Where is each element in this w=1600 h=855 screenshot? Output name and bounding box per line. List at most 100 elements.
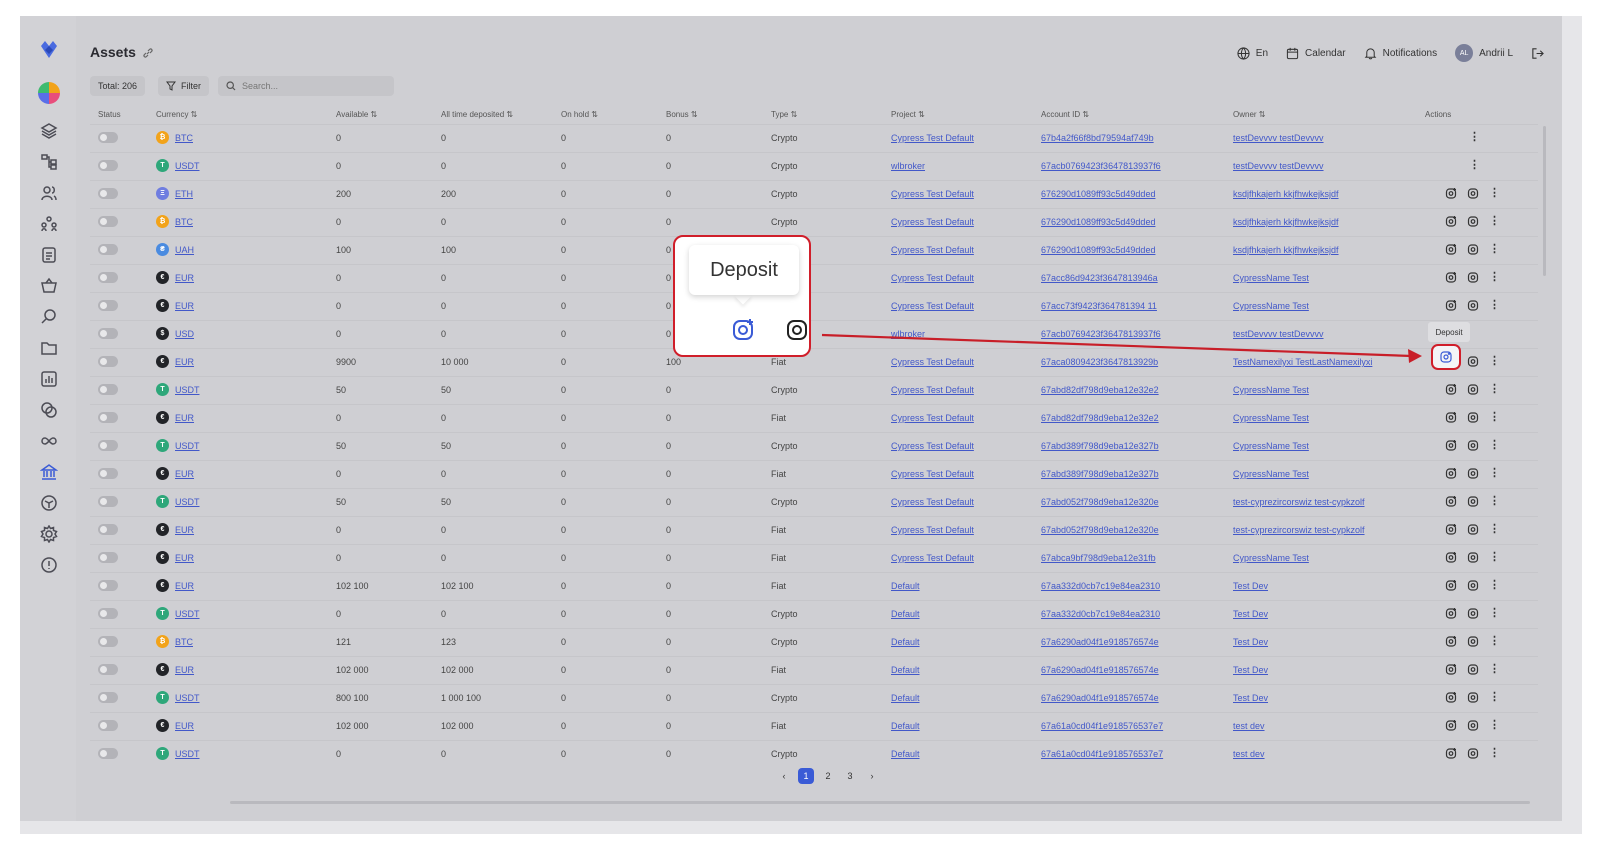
status-toggle[interactable]: [98, 496, 118, 507]
project-cell[interactable]: Default: [891, 637, 920, 647]
page-2-button[interactable]: 2: [820, 768, 836, 784]
more-actions-icon[interactable]: ⋮: [1489, 522, 1500, 536]
project-cell[interactable]: Cypress Test Default: [891, 217, 974, 227]
owner-cell[interactable]: CypressName Test: [1233, 273, 1309, 283]
status-toggle[interactable]: [98, 244, 118, 255]
currency-link[interactable]: USDT: [175, 749, 200, 759]
account-id-cell[interactable]: 67aca0809423f3647813929b: [1041, 357, 1158, 367]
withdraw-icon[interactable]: [785, 317, 809, 343]
currency-link[interactable]: ETH: [175, 189, 193, 199]
currency-link[interactable]: EUR: [175, 357, 194, 367]
owner-cell[interactable]: CypressName Test: [1233, 553, 1309, 563]
withdraw-icon[interactable]: [1467, 747, 1480, 760]
owner-cell[interactable]: Test Dev: [1233, 609, 1268, 619]
more-actions-icon[interactable]: ⋮: [1489, 186, 1500, 200]
logo-icon[interactable]: [38, 38, 60, 60]
currency-link[interactable]: UAH: [175, 245, 194, 255]
owner-cell[interactable]: CypressName Test: [1233, 441, 1309, 451]
currency-link[interactable]: USDT: [175, 441, 200, 451]
more-actions-icon[interactable]: ⋮: [1489, 494, 1500, 508]
owner-cell[interactable]: Test Dev: [1233, 637, 1268, 647]
currency-link[interactable]: EUR: [175, 525, 194, 535]
status-toggle[interactable]: [98, 664, 118, 675]
more-actions-icon[interactable]: ⋮: [1469, 130, 1480, 144]
language-switcher[interactable]: En: [1237, 46, 1268, 60]
more-actions-icon[interactable]: ⋮: [1489, 634, 1500, 648]
owner-cell[interactable]: test dev: [1233, 749, 1265, 759]
account-id-cell[interactable]: 67a61a0cd04f1e918576537e7: [1041, 721, 1163, 731]
column-header-currency[interactable]: Currency ⇅: [156, 110, 197, 119]
currency-link[interactable]: USDT: [175, 385, 200, 395]
withdraw-icon[interactable]: [1467, 691, 1480, 704]
withdraw-icon[interactable]: [1467, 663, 1480, 676]
withdraw-icon[interactable]: [1467, 243, 1480, 256]
project-cell[interactable]: Cypress Test Default: [891, 553, 974, 563]
project-cell[interactable]: Cypress Test Default: [891, 133, 974, 143]
owner-cell[interactable]: test-cyprezircorswiz test-cypkzolf: [1233, 525, 1365, 535]
status-toggle[interactable]: [98, 132, 118, 143]
currency-link[interactable]: BTC: [175, 133, 193, 143]
project-cell[interactable]: Default: [891, 609, 920, 619]
account-id-cell[interactable]: 67a6290ad04f1e918576574e: [1041, 693, 1159, 703]
currency-link[interactable]: EUR: [175, 469, 194, 479]
currency-link[interactable]: EUR: [175, 721, 194, 731]
project-cell[interactable]: Default: [891, 693, 920, 703]
dashboard-pie-icon[interactable]: [38, 82, 60, 104]
account-id-cell[interactable]: 67a61a0cd04f1e918576537e7: [1041, 749, 1163, 759]
deposit-icon[interactable]: [1445, 495, 1458, 508]
account-id-cell[interactable]: 67abd82df798d9eba12e32e2: [1041, 385, 1159, 395]
withdraw-icon[interactable]: [1467, 355, 1480, 368]
deposit-icon[interactable]: [731, 317, 757, 343]
deposit-icon[interactable]: [1445, 523, 1458, 536]
account-id-cell[interactable]: 67acc86d9423f3647813946a: [1041, 273, 1158, 283]
withdraw-icon[interactable]: [1467, 635, 1480, 648]
project-cell[interactable]: Cypress Test Default: [891, 525, 974, 535]
project-cell[interactable]: Cypress Test Default: [891, 469, 974, 479]
account-id-cell[interactable]: 67aa332d0cb7c19e84ea2310: [1041, 609, 1160, 619]
project-cell[interactable]: Cypress Test Default: [891, 189, 974, 199]
account-id-cell[interactable]: 67a6290ad04f1e918576574e: [1041, 665, 1159, 675]
column-header-project[interactable]: Project ⇅: [891, 110, 925, 119]
status-toggle[interactable]: [98, 216, 118, 227]
bank-icon[interactable]: [39, 463, 59, 481]
deposit-icon[interactable]: [1445, 551, 1458, 564]
status-toggle[interactable]: [98, 580, 118, 591]
account-id-cell[interactable]: 67aa332d0cb7c19e84ea2310: [1041, 581, 1160, 591]
project-cell[interactable]: Cypress Test Default: [891, 385, 974, 395]
owner-cell[interactable]: CypressName Test: [1233, 413, 1309, 423]
status-toggle[interactable]: [98, 468, 118, 479]
owner-cell[interactable]: CypressName Test: [1233, 385, 1309, 395]
more-actions-icon[interactable]: ⋮: [1489, 746, 1500, 760]
status-toggle[interactable]: [98, 636, 118, 647]
withdraw-icon[interactable]: [1467, 299, 1480, 312]
owner-cell[interactable]: ksdjfhkajerh kkjfhwkejksjdf: [1233, 245, 1339, 255]
currency-link[interactable]: EUR: [175, 581, 194, 591]
status-toggle[interactable]: [98, 356, 118, 367]
account-id-cell[interactable]: 67abd052f798d9eba12e320e: [1041, 497, 1159, 507]
deposit-icon[interactable]: [1445, 243, 1458, 256]
deposit-icon[interactable]: [1445, 411, 1458, 424]
account-id-cell[interactable]: 67abd052f798d9eba12e320e: [1041, 525, 1159, 535]
vertical-scrollbar[interactable]: [1543, 126, 1546, 276]
deposit-icon[interactable]: [1445, 663, 1458, 676]
withdraw-icon[interactable]: [1467, 271, 1480, 284]
bar-chart-icon[interactable]: [40, 370, 58, 388]
account-id-cell[interactable]: 676290d1089ff93c5d49dded: [1041, 245, 1155, 255]
search-input[interactable]: Search...: [218, 76, 394, 96]
status-toggle[interactable]: [98, 552, 118, 563]
owner-cell[interactable]: Test Dev: [1233, 581, 1268, 591]
withdraw-icon[interactable]: [1467, 215, 1480, 228]
more-actions-icon[interactable]: ⋮: [1489, 718, 1500, 732]
more-actions-icon[interactable]: ⋮: [1489, 382, 1500, 396]
more-actions-icon[interactable]: ⋮: [1489, 690, 1500, 704]
currency-link[interactable]: USDT: [175, 693, 200, 703]
deposit-icon[interactable]: [1445, 691, 1458, 704]
owner-cell[interactable]: TestNamexilyxi TestLastNamexilyxi: [1233, 357, 1372, 367]
currency-link[interactable]: EUR: [175, 665, 194, 675]
withdraw-icon[interactable]: [1467, 523, 1480, 536]
project-cell[interactable]: Cypress Test Default: [891, 413, 974, 423]
account-id-cell[interactable]: 67abd389f798d9eba12e327b: [1041, 469, 1159, 479]
calendar-button[interactable]: Calendar: [1286, 47, 1346, 60]
owner-cell[interactable]: Test Dev: [1233, 693, 1268, 703]
currency-link[interactable]: EUR: [175, 301, 194, 311]
